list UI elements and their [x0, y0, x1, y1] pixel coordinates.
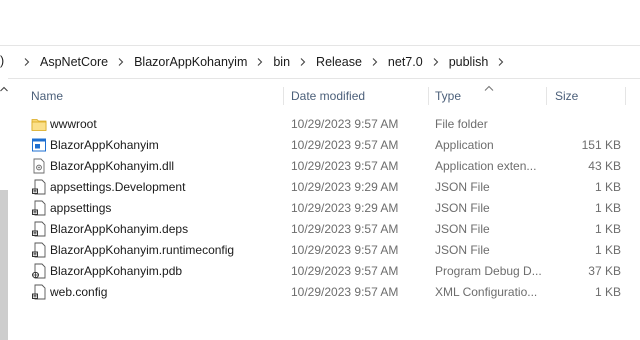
file-type: XML Configuratio... — [435, 285, 538, 299]
file-size: 1 KB — [594, 201, 621, 215]
json-file-icon — [31, 221, 47, 237]
file-name: BlazorAppKohanyim.runtimeconfig — [50, 243, 235, 257]
file-row-appsettings[interactable]: appsettings 10/29/2023 9:29 AM JSON File… — [8, 198, 640, 219]
file-name: appsettings — [50, 201, 112, 215]
file-row-wwwroot[interactable]: wwwroot 10/29/2023 9:57 AM File folder — [8, 114, 640, 135]
json-file-icon — [31, 179, 47, 195]
file-name: BlazorAppKohanyim — [50, 138, 159, 152]
file-name: BlazorAppKohanyim.dll — [50, 159, 175, 173]
application-icon — [31, 137, 47, 153]
file-date-modified: 10/29/2023 9:29 AM — [291, 201, 399, 215]
file-size: 1 KB — [594, 285, 621, 299]
breadcrumb-item-net7[interactable]: net7.0 — [386, 55, 425, 69]
file-row-pdb[interactable]: BlazorAppKohanyim.pdb 10/29/2023 9:57 AM… — [8, 261, 640, 282]
column-divider[interactable] — [625, 87, 626, 105]
chevron-right-icon[interactable] — [23, 58, 31, 66]
file-name: appsettings.Development — [50, 180, 186, 194]
file-size: 1 KB — [594, 222, 621, 236]
file-size — [553, 114, 621, 135]
file-row-application[interactable]: BlazorAppKohanyim 10/29/2023 9:57 AM App… — [8, 135, 640, 156]
file-name: BlazorAppKohanyim.pdb — [50, 264, 183, 278]
breadcrumb: AspNetCore BlazorAppKohanyim bin Release… — [16, 46, 512, 78]
file-name: wwwroot — [50, 117, 97, 131]
chevron-right-icon[interactable] — [117, 58, 125, 66]
breadcrumb-item-bin[interactable]: bin — [271, 55, 292, 69]
file-date-modified: 10/29/2023 9:57 AM — [291, 243, 399, 257]
file-row-runtimeconfig[interactable]: BlazorAppKohanyim.runtimeconfig 10/29/20… — [8, 240, 640, 261]
breadcrumb-overflow[interactable]: ) — [0, 54, 4, 68]
file-type: Application exten... — [435, 159, 537, 173]
column-divider[interactable] — [283, 87, 284, 105]
column-header-type[interactable]: Type — [435, 84, 461, 108]
file-size: 1 KB — [594, 243, 621, 257]
pdb-file-icon — [31, 263, 47, 279]
file-date-modified: 10/29/2023 9:29 AM — [291, 180, 399, 194]
file-name: BlazorAppKohanyim.deps — [50, 222, 189, 236]
navigation-pane-scrollbar[interactable] — [0, 190, 8, 340]
address-bar[interactable]: ) AspNetCore BlazorAppKohanyim bin Relea… — [0, 45, 640, 79]
breadcrumb-item-publish[interactable]: publish — [447, 55, 491, 69]
file-date-modified: 10/29/2023 9:57 AM — [291, 138, 399, 152]
file-date-modified: 10/29/2023 9:57 AM — [291, 285, 399, 299]
file-size: 151 KB — [581, 138, 621, 152]
top-area — [0, 0, 640, 45]
chevron-right-icon[interactable] — [371, 58, 379, 66]
chevron-up-icon[interactable] — [0, 82, 8, 92]
file-type: JSON File — [435, 222, 490, 236]
breadcrumb-item-release[interactable]: Release — [314, 55, 364, 69]
file-date-modified: 10/29/2023 9:57 AM — [291, 117, 399, 131]
column-divider[interactable] — [428, 87, 429, 105]
breadcrumb-item-aspnetcore[interactable]: AspNetCore — [38, 55, 110, 69]
file-type: JSON File — [435, 243, 490, 257]
file-type: File folder — [435, 117, 488, 131]
file-size: 43 KB — [588, 159, 621, 173]
file-type: JSON File — [435, 180, 490, 194]
file-list: wwwroot 10/29/2023 9:57 AM File folder B… — [8, 114, 640, 303]
file-date-modified: 10/29/2023 9:57 AM — [291, 159, 399, 173]
column-header-size[interactable]: Size — [555, 84, 578, 108]
chevron-right-icon[interactable] — [432, 58, 440, 66]
file-date-modified: 10/29/2023 9:57 AM — [291, 222, 399, 236]
chevron-right-icon[interactable] — [299, 58, 307, 66]
file-row-deps[interactable]: BlazorAppKohanyim.deps 10/29/2023 9:57 A… — [8, 219, 640, 240]
column-header-date-modified[interactable]: Date modified — [291, 84, 365, 108]
chevron-right-icon[interactable] — [497, 58, 505, 66]
dll-icon — [31, 158, 47, 174]
file-row-dll[interactable]: BlazorAppKohanyim.dll 10/29/2023 9:57 AM… — [8, 156, 640, 177]
file-name: web.config — [50, 285, 108, 299]
column-header-name[interactable]: Name — [31, 84, 63, 108]
file-type: JSON File — [435, 201, 490, 215]
navigation-pane-edge — [0, 78, 8, 340]
column-divider[interactable] — [546, 87, 547, 105]
chevron-right-icon[interactable] — [256, 58, 264, 66]
breadcrumb-item-project[interactable]: BlazorAppKohanyim — [132, 55, 249, 69]
file-row-web-config[interactable]: web.config 10/29/2023 9:57 AM XML Config… — [8, 282, 640, 303]
config-file-icon — [31, 284, 47, 300]
file-size: 37 KB — [588, 264, 621, 278]
file-row-appsettings-development[interactable]: appsettings.Development 10/29/2023 9:29 … — [8, 177, 640, 198]
folder-icon — [31, 116, 47, 132]
file-type: Program Debug D... — [435, 264, 542, 278]
column-header-row: Name Date modified Type Size — [8, 84, 640, 108]
file-type: Application — [435, 138, 494, 152]
file-date-modified: 10/29/2023 9:57 AM — [291, 264, 399, 278]
file-size: 1 KB — [594, 180, 621, 194]
json-file-icon — [31, 200, 47, 216]
json-file-icon — [31, 242, 47, 258]
